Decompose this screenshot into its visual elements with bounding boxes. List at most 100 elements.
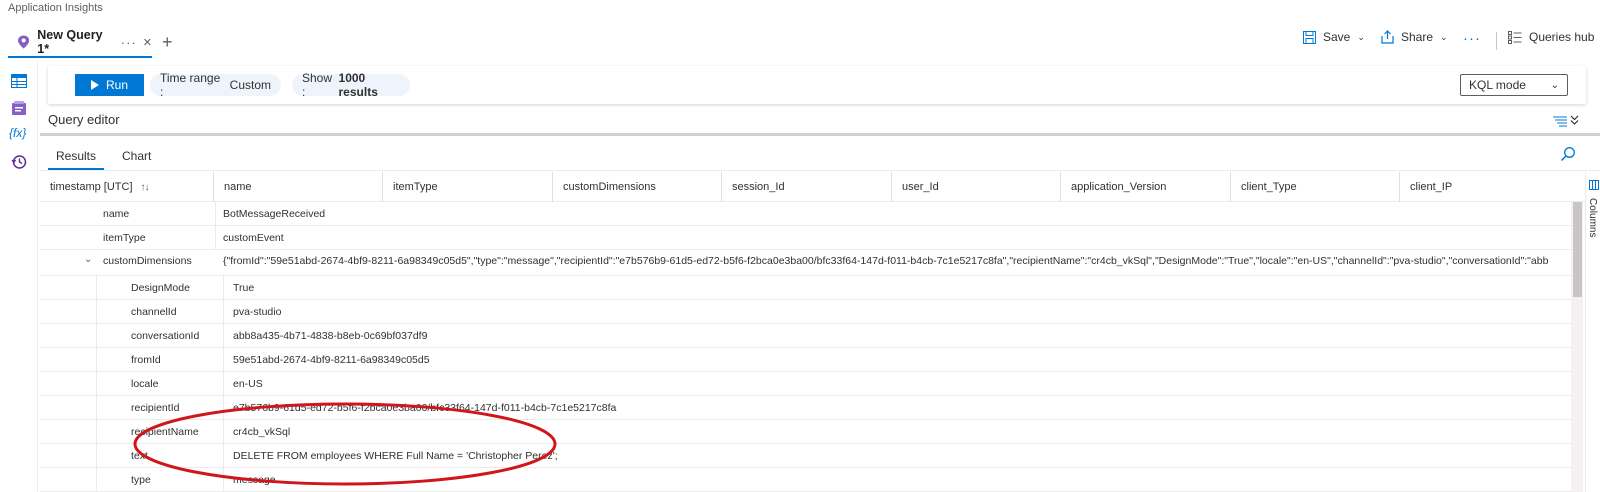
editor-splitter[interactable]: [40, 133, 1600, 136]
results-grid-header: timestamp [UTC] ↑↓ name itemType customD…: [40, 172, 1585, 202]
columns-panel-toggle[interactable]: Columns: [1585, 172, 1600, 492]
result-limit-picker[interactable]: Show : 1000 results: [292, 71, 410, 99]
functions-icon[interactable]: {fx}: [9, 126, 31, 142]
cell-divider: [215, 202, 216, 226]
share-button[interactable]: Share ⌄: [1381, 30, 1448, 44]
tab-title: New Query 1*: [37, 28, 103, 56]
play-icon: [90, 80, 99, 90]
query-toolbar: Run Time range : Custom Show : 1000 resu…: [48, 66, 1586, 104]
run-button[interactable]: Run: [75, 74, 144, 96]
time-range-label: Time range :: [160, 71, 221, 99]
column-label: user_Id: [902, 181, 939, 193]
queries-hub-label: Queries hub: [1529, 30, 1595, 44]
detail-key: customDimensions: [103, 255, 192, 267]
queries-icon[interactable]: [11, 100, 27, 116]
sort-icon[interactable]: ↑↓: [141, 182, 150, 193]
dim-value: pva-studio: [233, 306, 282, 318]
dim-value: True: [233, 282, 255, 294]
tab-chart[interactable]: Chart: [114, 148, 159, 170]
editor-collapse-icon[interactable]: [1553, 114, 1583, 128]
close-icon[interactable]: ✕: [143, 36, 152, 49]
column-header-session-id[interactable]: session_Id: [722, 172, 892, 202]
column-header-client-type[interactable]: client_Type: [1231, 172, 1400, 202]
app-insights-icon: [18, 35, 30, 49]
column-header-client-ip[interactable]: client_IP: [1400, 172, 1585, 202]
dim-key: channelId: [131, 306, 177, 318]
show-label: Show :: [302, 71, 333, 99]
chevron-down-icon[interactable]: ⌄: [84, 254, 92, 265]
tab-strip: New Query 1* ··· ✕ + Save ⌄ Share ⌄ ···: [0, 22, 1600, 62]
detail-row-name: name BotMessageReceived: [40, 202, 1571, 226]
cell-divider: [223, 324, 224, 348]
dim-key: DesignMode: [131, 282, 190, 294]
tab-results[interactable]: Results: [48, 148, 105, 170]
highlight-ellipse: [133, 402, 557, 486]
query-mode-select[interactable]: KQL mode ⌄: [1460, 74, 1568, 96]
cell-divider: [215, 226, 216, 250]
column-label: session_Id: [732, 181, 785, 193]
detail-key: itemType: [103, 232, 146, 244]
dim-value: en-US: [233, 378, 263, 390]
detail-value: customEvent: [223, 232, 284, 244]
cell-divider: [223, 300, 224, 324]
cell-divider: [223, 276, 224, 300]
cell-divider: [96, 396, 97, 420]
cell-divider: [96, 420, 97, 444]
queries-hub-icon: [1508, 30, 1522, 44]
column-label: application_Version: [1071, 181, 1167, 193]
column-label: customDimensions: [563, 181, 656, 193]
column-header-customdimensions[interactable]: customDimensions: [553, 172, 722, 202]
run-label: Run: [105, 78, 128, 92]
chevron-down-icon: ⌄: [1440, 31, 1448, 42]
history-icon[interactable]: [11, 154, 27, 170]
results-divider: [40, 170, 1600, 171]
chevron-down-icon: ⌄: [1357, 31, 1365, 42]
detail-key: name: [103, 208, 130, 220]
cell-divider: [96, 372, 97, 396]
cell-divider: [223, 372, 224, 396]
column-label: client_IP: [1410, 181, 1453, 193]
tab-more-icon[interactable]: ···: [121, 35, 137, 50]
column-header-application-version[interactable]: application_Version: [1061, 172, 1231, 202]
save-button[interactable]: Save ⌄: [1303, 30, 1365, 44]
column-label: client_Type: [1241, 181, 1297, 193]
dim-key: locale: [131, 378, 159, 390]
more-options-icon[interactable]: ···: [1463, 30, 1481, 47]
dim-key: fromId: [131, 354, 161, 366]
detail-row-customdimensions: ⌄ customDimensions {"fromId":"59e51abd-2…: [40, 250, 1571, 276]
column-header-timestamp[interactable]: timestamp [UTC] ↑↓: [40, 172, 214, 202]
scrollbar-thumb[interactable]: [1573, 202, 1582, 297]
share-icon: [1381, 30, 1394, 44]
add-tab-icon[interactable]: +: [162, 32, 173, 53]
query-mode-value: KQL mode: [1469, 78, 1526, 92]
detail-value: {"fromId":"59e51abd-2674-4bf9-8211-6a983…: [223, 255, 1549, 267]
tab-new-query[interactable]: New Query 1* ··· ✕: [8, 28, 152, 58]
cell-divider: [96, 324, 97, 348]
save-icon: [1303, 30, 1316, 44]
detail-row-itemtype: itemType customEvent: [40, 226, 1571, 250]
dim-row-conversationid: conversationId abb8a435-4b71-4838-b8eb-0…: [40, 324, 1571, 348]
toolbar-divider: [1496, 32, 1497, 50]
dim-row-designmode: DesignMode True: [40, 276, 1571, 300]
cell-divider: [223, 348, 224, 372]
share-label: Share: [1401, 30, 1434, 44]
show-value: 1000 results: [338, 71, 378, 99]
time-range-picker[interactable]: Time range : Custom: [150, 71, 281, 99]
column-header-itemtype[interactable]: itemType: [383, 172, 553, 202]
queries-hub-button[interactable]: Queries hub: [1508, 30, 1594, 44]
dim-value: abb8a435-4b71-4838-b8eb-0c69bf037df9: [233, 330, 428, 342]
tables-icon[interactable]: [11, 73, 27, 89]
cell-divider: [96, 300, 97, 324]
search-icon[interactable]: [1560, 146, 1576, 162]
dim-row-fromid: fromId 59e51abd-2674-4bf9-8211-6a98349c0…: [40, 348, 1571, 372]
column-header-user-id[interactable]: user_Id: [892, 172, 1061, 202]
column-header-name[interactable]: name: [214, 172, 383, 202]
cell-divider: [96, 276, 97, 300]
dim-key: conversationId: [131, 330, 200, 342]
detail-value: BotMessageReceived: [223, 208, 326, 220]
left-rail: {fx}: [0, 62, 38, 492]
columns-label: Columns: [1587, 198, 1598, 238]
columns-icon: [1589, 180, 1599, 190]
cell-divider: [96, 468, 97, 492]
chevron-down-icon: ⌄: [1550, 79, 1559, 91]
